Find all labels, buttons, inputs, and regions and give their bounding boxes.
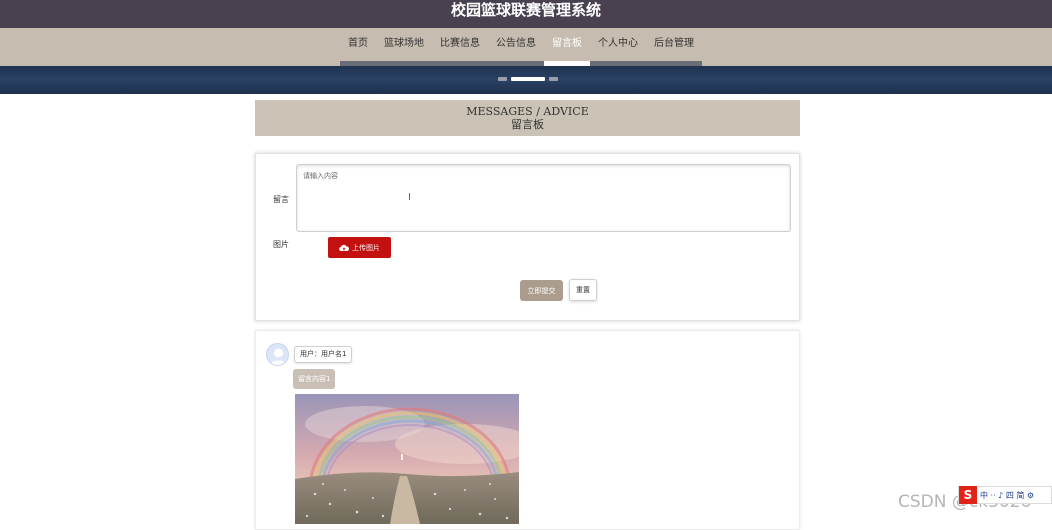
reset-button[interactable]: 重置 — [569, 279, 597, 301]
page-title: 校园篮球联赛管理系统 — [450, 1, 601, 19]
nav-item-admin[interactable]: 后台管理 — [646, 28, 702, 66]
nav-item-courts[interactable]: 篮球场地 — [376, 28, 432, 66]
nav-item-matches[interactable]: 比赛信息 — [432, 28, 488, 66]
ime-toolbar-text: 中 ·· ♪ 四 简 ⚙ — [980, 490, 1035, 500]
nav-items: 首页 篮球场地 比赛信息 公告信息 留言板 个人中心 后台管理 — [340, 28, 702, 66]
message-label: 留言 — [273, 195, 289, 204]
message-form: 留言 请输入内容 I 图片 上传图片 立即提交 重置 — [255, 153, 800, 321]
image-label: 图片 — [273, 240, 289, 249]
upload-image-button[interactable]: 上传图片 — [328, 237, 391, 258]
text-cursor-icon: I — [408, 192, 411, 203]
main-nav: 首页 篮球场地 比赛信息 公告信息 留言板 个人中心 后台管理 — [0, 28, 1052, 66]
user-avatar — [266, 343, 289, 366]
upload-image-label: 上传图片 — [352, 243, 380, 252]
nav-item-message-board[interactable]: 留言板 — [544, 28, 590, 66]
section-header: MESSAGES / ADVICE 留言板 — [255, 100, 800, 136]
section-title-en: MESSAGES / ADVICE — [466, 105, 589, 118]
message-image — [295, 394, 519, 524]
message-username: 用户：用户名1 — [294, 346, 353, 363]
carousel-dot-active[interactable] — [511, 77, 545, 81]
nav-item-personal-center[interactable]: 个人中心 — [590, 28, 646, 66]
message-textarea[interactable]: 请输入内容 — [296, 164, 791, 232]
ime-toolbar[interactable]: S 中 ·· ♪ 四 简 ⚙ — [958, 486, 1052, 504]
user-avatar-icon — [270, 348, 287, 365]
nav-item-home[interactable]: 首页 — [340, 28, 376, 66]
message-list-item: 用户：用户名1 留言内容1 — [255, 330, 800, 530]
carousel-indicators — [498, 77, 558, 81]
rainbow-landscape-image — [295, 394, 519, 524]
section-title-cn: 留言板 — [511, 118, 544, 131]
carousel-dot[interactable] — [498, 77, 507, 81]
carousel-banner — [0, 66, 1052, 94]
sohu-logo-icon: S — [959, 486, 977, 504]
carousel-dot[interactable] — [549, 77, 558, 81]
message-content: 留言内容1 — [293, 369, 336, 389]
submit-button[interactable]: 立即提交 — [520, 280, 563, 301]
message-placeholder: 请输入内容 — [303, 172, 338, 180]
top-title-bar: 校园篮球联赛管理系统 — [0, 0, 1052, 28]
nav-item-announcements[interactable]: 公告信息 — [488, 28, 544, 66]
cloud-upload-icon — [339, 244, 349, 251]
